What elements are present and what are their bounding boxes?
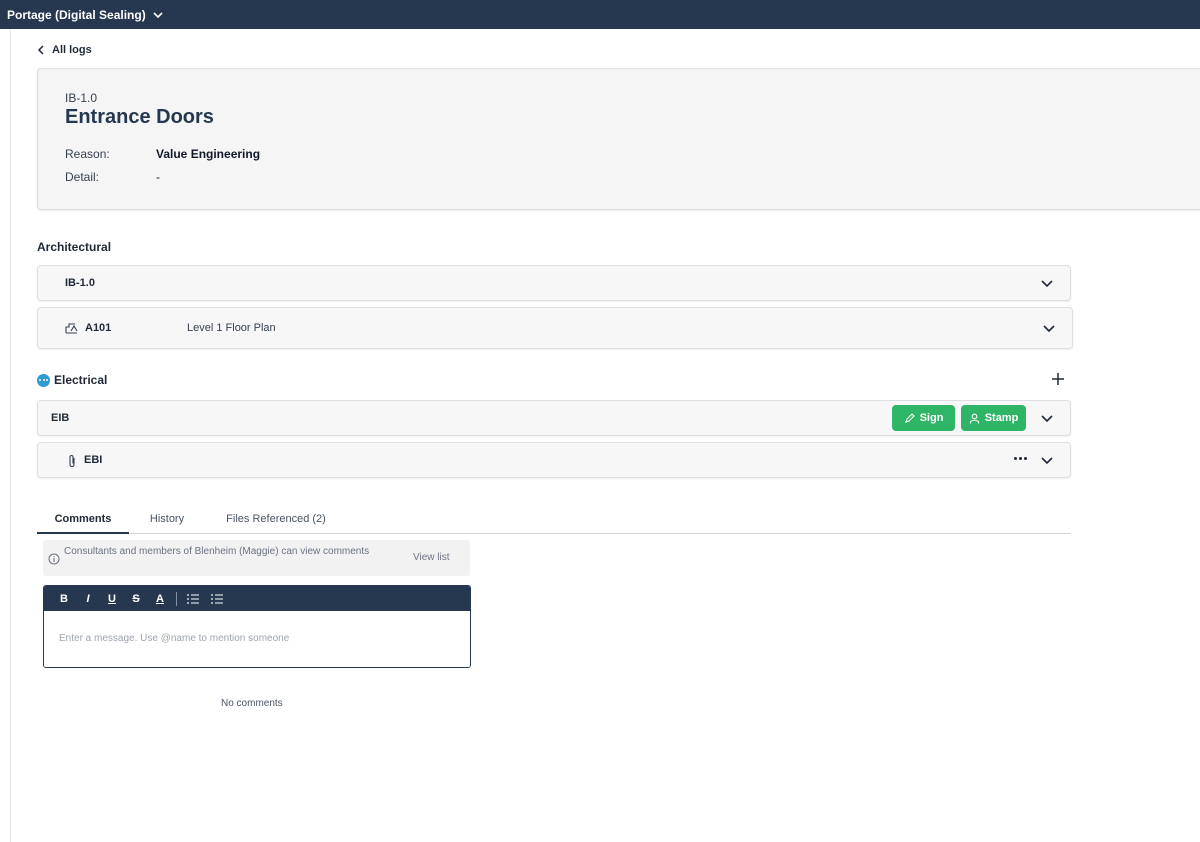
architectural-row-ib[interactable]: IB-1.0 [37, 265, 1071, 301]
electrical-heading: Electrical [37, 373, 107, 387]
status-dots-icon [37, 373, 50, 387]
underline-button[interactable]: U [100, 589, 124, 609]
reason-value: Value Engineering [156, 147, 261, 161]
editor-toolbar: B I U S A [44, 586, 470, 611]
chevron-down-icon [153, 11, 163, 18]
chevron-down-icon[interactable] [1042, 321, 1056, 335]
electrical-title: Electrical [54, 373, 108, 387]
strikethrough-button[interactable]: S [124, 589, 148, 609]
reason-row: Reason: Value Engineering [65, 147, 260, 161]
log-code: IB-1.0 [65, 91, 98, 105]
project-name: Portage (Digital Sealing) [7, 7, 146, 22]
log-summary-card: IB-1.0 Entrance Doors Reason: Value Engi… [37, 68, 1200, 210]
log-title: Entrance Doors [65, 106, 214, 128]
view-list-link[interactable]: View list [413, 552, 450, 563]
architectural-row-a101[interactable]: A101 Level 1 Floor Plan [37, 307, 1073, 349]
detail-label: Detail: [65, 170, 100, 184]
tab-files-referenced[interactable]: Files Referenced (2) [217, 505, 335, 533]
notice-text: Consultants and members of Blenheim (Mag… [64, 546, 370, 557]
architectural-title: Architectural [37, 240, 112, 254]
chevron-down-icon[interactable] [1040, 411, 1054, 425]
detail-row: Detail: - [65, 170, 160, 184]
message-placeholder: Enter a message. Use @name to mention so… [59, 633, 290, 644]
toolbar-divider [176, 591, 177, 606]
row-description: Level 1 Floor Plan [187, 322, 276, 334]
all-logs-label: All logs [52, 44, 92, 56]
pen-icon [904, 412, 915, 423]
chevron-left-icon [37, 45, 44, 55]
drawing-icon [65, 322, 79, 334]
detail-value: - [156, 170, 160, 184]
person-icon [969, 413, 979, 423]
sign-button[interactable]: Sign [892, 405, 955, 431]
bullet-list-icon[interactable] [205, 589, 229, 609]
tab-comments[interactable]: Comments [37, 505, 129, 534]
reason-label: Reason: [65, 147, 110, 161]
project-selector[interactable]: Portage (Digital Sealing) [7, 8, 164, 22]
tab-history[interactable]: History [137, 505, 197, 533]
visibility-notice: Consultants and members of Blenheim (Mag… [43, 540, 470, 576]
row-label: A101 [85, 322, 112, 334]
row-label: EBI [84, 454, 103, 466]
stamp-button[interactable]: Stamp [961, 405, 1026, 431]
row-label: IB-1.0 [65, 277, 95, 289]
stamp-label: Stamp [984, 412, 1019, 424]
all-logs-link[interactable]: All logs [37, 44, 92, 56]
row-label: EIB [51, 412, 70, 424]
ordered-list-icon[interactable] [181, 589, 205, 609]
sign-label: Sign [919, 412, 944, 424]
more-options-icon[interactable] [1012, 451, 1028, 465]
electrical-row-ebi[interactable]: EBI [37, 442, 1071, 478]
add-icon[interactable] [1051, 372, 1065, 386]
comment-editor: B I U S A Enter a message. Use @name to … [43, 585, 471, 668]
message-input[interactable]: Enter a message. Use @name to mention so… [44, 611, 470, 667]
info-icon [48, 552, 60, 565]
activity-tabs: Comments History Files Referenced (2) [37, 505, 1071, 534]
italic-button[interactable]: I [76, 589, 100, 609]
chevron-down-icon[interactable] [1040, 453, 1054, 467]
text-color-button[interactable]: A [148, 589, 172, 609]
architectural-heading: Architectural [37, 240, 111, 254]
left-divider [10, 29, 11, 842]
top-bar: Portage (Digital Sealing) [0, 0, 1200, 29]
paperclip-icon [67, 454, 77, 468]
chevron-down-icon[interactable] [1040, 276, 1054, 290]
empty-comments-text: No comments [221, 698, 283, 709]
bold-button[interactable]: B [52, 589, 76, 609]
